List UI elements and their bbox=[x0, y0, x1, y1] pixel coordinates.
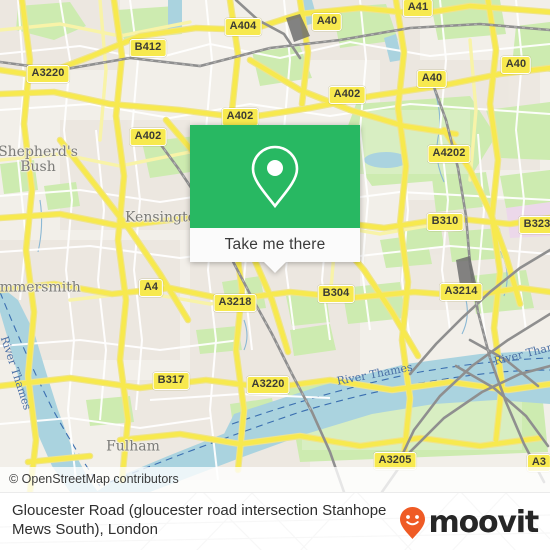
take-me-there-button[interactable]: Take me there bbox=[190, 228, 360, 273]
road-shield: A40 bbox=[311, 13, 343, 31]
road-shield: A40 bbox=[416, 70, 448, 88]
attribution-text: © OpenStreetMap contributors bbox=[9, 472, 179, 486]
road-shield: A402 bbox=[328, 86, 366, 104]
popup-image-area bbox=[190, 125, 360, 228]
road-shield: B310 bbox=[426, 213, 464, 231]
moovit-smiley-pin-icon bbox=[399, 507, 425, 539]
road-shield: A41 bbox=[402, 0, 434, 17]
moovit-wordmark: moovit bbox=[428, 505, 540, 540]
road-shield: A3218 bbox=[213, 294, 257, 312]
popup-tail bbox=[264, 262, 286, 273]
map-screenshot: River Thames River Thames River Thames S… bbox=[0, 0, 550, 550]
road-shield: A3214 bbox=[439, 283, 483, 301]
location-popup[interactable]: Take me there bbox=[190, 125, 360, 273]
road-shield: A40 bbox=[500, 56, 532, 74]
road-shield: A3220 bbox=[26, 65, 70, 83]
road-shield: A3220 bbox=[246, 376, 290, 394]
road-shield: B304 bbox=[317, 285, 355, 303]
take-me-there-label: Take me there bbox=[224, 236, 326, 253]
footer-bar: Gloucester Road (gloucester road interse… bbox=[0, 492, 550, 550]
map-pin-icon bbox=[251, 145, 299, 208]
map-canvas[interactable]: River Thames River Thames River Thames S… bbox=[0, 0, 550, 492]
map-attribution[interactable]: © OpenStreetMap contributors bbox=[0, 467, 550, 492]
location-title: Gloucester Road (gloucester road interse… bbox=[12, 502, 387, 538]
road-shield: B412 bbox=[129, 39, 167, 57]
road-shield: A402 bbox=[129, 128, 167, 146]
road-shield: B317 bbox=[152, 372, 190, 390]
road-shield: A4 bbox=[138, 279, 164, 297]
road-shield: A4202 bbox=[427, 145, 471, 163]
road-shield: B323 bbox=[518, 216, 550, 234]
moovit-logo[interactable]: moovit bbox=[399, 505, 540, 540]
road-shield: A402 bbox=[221, 108, 259, 126]
road-shield: A404 bbox=[224, 18, 262, 36]
